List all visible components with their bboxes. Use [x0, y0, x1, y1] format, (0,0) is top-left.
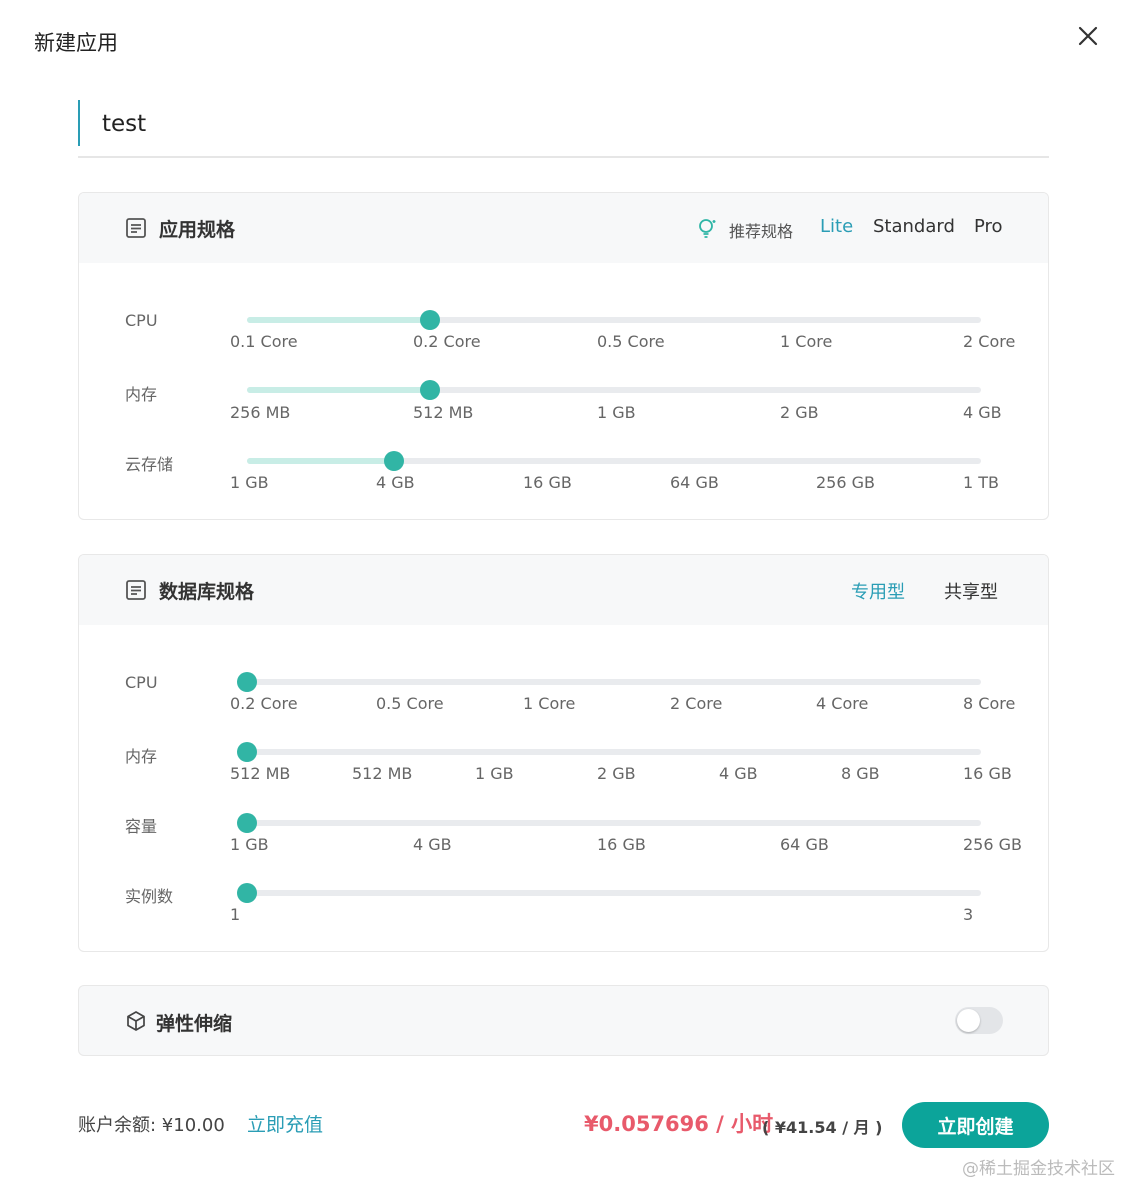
- cpu-slider[interactable]: [247, 310, 981, 330]
- create-button[interactable]: 立即创建: [902, 1102, 1049, 1148]
- instance-count-label: 实例数: [125, 887, 174, 906]
- tick-label: 64 GB: [780, 835, 829, 854]
- monthly-price: ( ¥41.54 / 月 ): [762, 1118, 883, 1137]
- app-name-field: [78, 100, 1049, 158]
- db-type-shared[interactable]: 共享型: [944, 578, 998, 604]
- app-spec-header: 应用规格 推荐规格 Lite Standard Pro: [79, 193, 1048, 263]
- preset-pro[interactable]: Pro: [974, 216, 1003, 237]
- slider-handle[interactable]: [237, 883, 257, 903]
- tick-label: 0.1 Core: [230, 332, 298, 351]
- tick-label: 2 GB: [597, 764, 636, 783]
- cpu-label: CPU: [125, 311, 158, 330]
- db-cpu-label: CPU: [125, 673, 158, 692]
- tick-label: 4 Core: [816, 694, 869, 713]
- memory-slider[interactable]: [247, 380, 981, 400]
- db-memory-slider[interactable]: [237, 742, 981, 762]
- tick-label: 1 GB: [597, 403, 636, 422]
- db-type-dedicated[interactable]: 专用型: [851, 578, 905, 604]
- tick-label: 4 GB: [413, 835, 452, 854]
- tick-label: 16 GB: [963, 764, 1012, 783]
- tick-label: 1 Core: [780, 332, 833, 351]
- cloud-storage-label: 云存储: [125, 455, 174, 474]
- db-spec-title: 数据库规格: [159, 581, 255, 603]
- hourly-price: ¥0.057696 / 小时: [584, 1112, 774, 1136]
- tick-label: 2 GB: [780, 403, 819, 422]
- tick-label: 16 GB: [523, 473, 572, 492]
- preset-lite[interactable]: Lite: [820, 216, 853, 237]
- autoscale-card: 弹性伸缩: [78, 985, 1049, 1056]
- document-icon: [125, 217, 147, 239]
- dialog-title: 新建应用: [34, 31, 118, 55]
- slider-handle[interactable]: [420, 310, 440, 330]
- tick-label: 256 MB: [230, 403, 291, 422]
- tick-label: 0.5 Core: [597, 332, 665, 351]
- cube-icon: [125, 1010, 147, 1032]
- db-capacity-label: 容量: [125, 817, 158, 836]
- tick-label: 8 GB: [841, 764, 880, 783]
- db-memory-label: 内存: [125, 747, 158, 766]
- recharge-link[interactable]: 立即充值: [247, 1110, 323, 1137]
- preset-standard[interactable]: Standard: [873, 216, 955, 237]
- watermark: @稀土掘金技术社区: [962, 1159, 1115, 1179]
- tick-label: 2 Core: [670, 694, 723, 713]
- document-icon: [125, 579, 147, 601]
- tick-label: 512 MB: [230, 764, 291, 783]
- db-spec-header: 数据库规格 专用型 共享型: [79, 555, 1048, 625]
- app-name-input[interactable]: [102, 106, 1002, 142]
- tick-label: 0.2 Core: [230, 694, 298, 713]
- instance-count-slider[interactable]: [237, 883, 981, 903]
- app-spec-card: 应用规格 推荐规格 Lite Standard Pro CPU 0.1 Core…: [78, 192, 1049, 520]
- slider-handle[interactable]: [237, 742, 257, 762]
- db-capacity-slider[interactable]: [237, 813, 981, 833]
- memory-label: 内存: [125, 385, 158, 404]
- tick-label: 4 GB: [963, 403, 1002, 422]
- lightbulb-icon: [697, 217, 719, 239]
- tick-label: 2 Core: [963, 332, 1016, 351]
- tick-label: 16 GB: [597, 835, 646, 854]
- slider-handle[interactable]: [420, 380, 440, 400]
- tick-label: 1 Core: [523, 694, 576, 713]
- slider-handle[interactable]: [384, 451, 404, 471]
- tick-label: 512 MB: [413, 403, 474, 422]
- slider-fill: [247, 317, 430, 323]
- tick-label: 1 GB: [230, 473, 269, 492]
- autoscale-title: 弹性伸缩: [156, 1013, 233, 1035]
- tick-label: 1 GB: [475, 764, 514, 783]
- recommend-label: 推荐规格: [729, 222, 794, 241]
- slider-handle[interactable]: [237, 813, 257, 833]
- db-cpu-slider[interactable]: [237, 672, 981, 692]
- tick-label: 8 Core: [963, 694, 1016, 713]
- tick-label: 0.5 Core: [376, 694, 444, 713]
- tick-label: 256 GB: [816, 473, 875, 492]
- cloud-storage-slider[interactable]: [247, 451, 981, 471]
- autoscale-toggle[interactable]: [955, 1007, 1003, 1034]
- tick-label: 1: [230, 905, 241, 924]
- tick-label: 0.2 Core: [413, 332, 481, 351]
- tick-label: 256 GB: [963, 835, 1022, 854]
- account-balance: 账户余额: ¥10.00: [78, 1115, 225, 1136]
- tick-label: 64 GB: [670, 473, 719, 492]
- tick-label: 1 GB: [230, 835, 269, 854]
- close-icon[interactable]: [1074, 22, 1102, 50]
- slider-handle[interactable]: [237, 672, 257, 692]
- toggle-knob: [957, 1009, 980, 1032]
- tick-label: 512 MB: [352, 764, 413, 783]
- input-cursor-bar: [78, 100, 80, 146]
- tick-label: 4 GB: [376, 473, 415, 492]
- tick-label: 1 TB: [963, 473, 1000, 492]
- tick-label: 3: [963, 905, 974, 924]
- app-spec-title: 应用规格: [159, 219, 236, 241]
- tick-label: 4 GB: [719, 764, 758, 783]
- slider-fill: [247, 387, 430, 393]
- slider-fill: [247, 458, 394, 464]
- db-spec-card: 数据库规格 专用型 共享型 CPU 0.2 Core 0.5 Core 1 Co…: [78, 554, 1049, 952]
